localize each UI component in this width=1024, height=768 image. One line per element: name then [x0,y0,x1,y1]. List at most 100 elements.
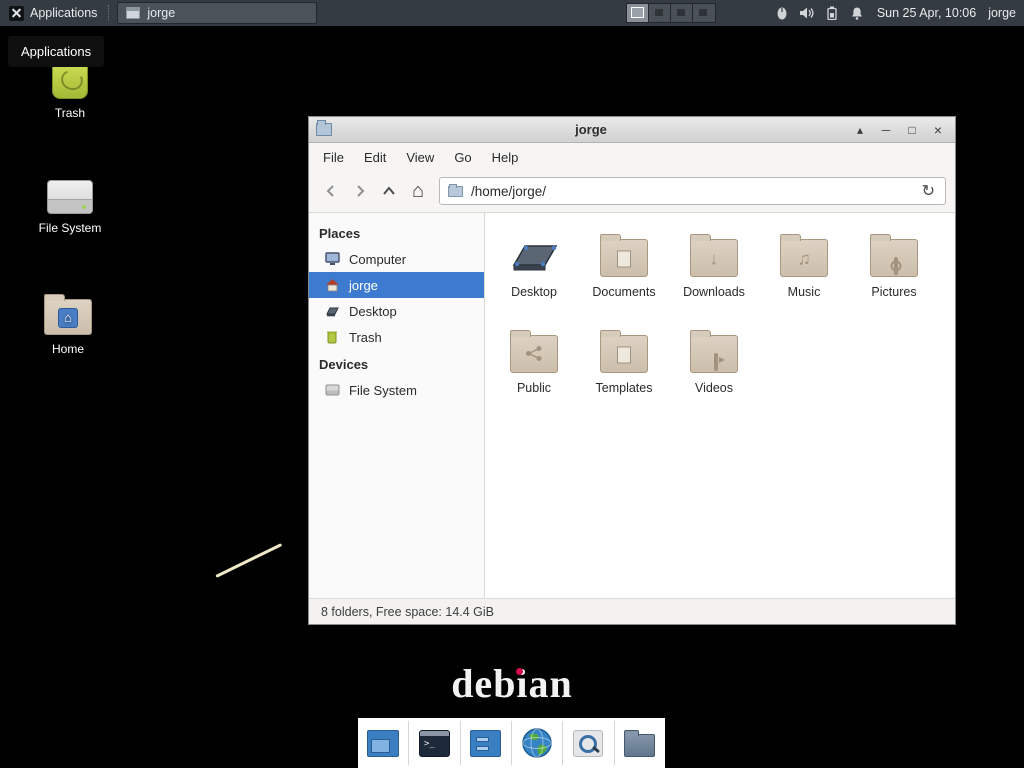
dock-separator [408,721,409,765]
places-header: Places [309,219,484,246]
dock-item-file-manager[interactable] [620,723,660,763]
file-manager-window: jorge ▴ ─ □ × File Edit View Go Help ⌂ /… [308,116,956,625]
debian-logo: debian [0,660,1024,707]
share-emblem-icon [525,346,543,365]
file-label: Videos [695,381,733,395]
sidebar-item-file-system[interactable]: File System [309,377,484,403]
browser-globe-icon [521,727,553,759]
dock-item-terminal[interactable] [414,723,454,763]
dock-separator [460,721,461,765]
user-menu[interactable]: jorge [988,6,1016,20]
sidebar-item-label: File System [349,383,417,398]
dock-item-browser[interactable] [517,723,557,763]
file-manager-icon [624,734,655,757]
file-item-videos[interactable]: Videos [669,321,759,417]
window-title: jorge [338,122,844,137]
workspace-1[interactable] [627,4,649,22]
menu-file[interactable]: File [314,145,353,170]
menubar: File Edit View Go Help [309,143,955,172]
titlebar[interactable]: jorge ▴ ─ □ × [309,117,955,143]
file-item-pictures[interactable]: Pictures [849,225,939,321]
file-item-music[interactable]: ♫ Music [759,225,849,321]
statusbar-text: 8 folders, Free space: 14.4 GiB [321,605,494,619]
maximize-button[interactable]: □ [902,117,922,143]
reload-button[interactable]: ↻ [920,181,937,201]
shade-button[interactable]: ▴ [850,117,870,143]
toolbar: ⌂ /home/jorge/ ↻ [309,172,955,213]
system-tray [774,5,865,21]
file-item-public[interactable]: Public [489,321,579,417]
home-button[interactable]: ⌂ [405,178,431,204]
statusbar: 8 folders, Free space: 14.4 GiB [309,598,955,624]
dock-item-desktop[interactable] [363,723,403,763]
devices-header: Devices [309,350,484,377]
path-folder-icon [448,186,463,197]
dock-separator [562,721,563,765]
sidebar-item-computer[interactable]: Computer [309,246,484,272]
taskbar-window-button[interactable]: jorge [117,2,317,24]
house-emblem-icon: ⌂ [58,308,78,328]
menu-view[interactable]: View [397,145,443,170]
applications-icon [9,6,24,21]
file-label: Pictures [871,285,916,299]
volume-icon[interactable] [799,5,815,21]
template-emblem-icon [617,347,631,364]
home-icon [324,277,340,293]
file-item-downloads[interactable]: ↓ Downloads [669,225,759,321]
workspace-pager [626,3,716,23]
menu-edit[interactable]: Edit [355,145,395,170]
video-emblem-icon [714,353,718,371]
mouse-icon[interactable] [774,5,790,21]
sidebar-item-label: Trash [349,330,382,345]
taskbar-window-label: jorge [147,6,175,20]
workspace-3[interactable] [671,4,693,22]
download-emblem-icon: ↓ [710,249,719,270]
sidebar-item-label: Computer [349,252,406,267]
dock [358,718,665,768]
sidebar-item-trash[interactable]: Trash [309,324,484,350]
menu-help[interactable]: Help [483,145,528,170]
location-bar[interactable]: /home/jorge/ ↻ [439,177,946,205]
file-item-desktop[interactable]: Desktop [489,225,579,321]
trash-icon [324,329,340,345]
windows-icon [367,730,399,757]
panel-clock[interactable]: Sun 25 Apr, 10:06 [877,6,976,20]
bell-icon[interactable] [849,5,865,21]
debian-red-dot-icon [516,668,523,675]
sidebar-item-desktop[interactable]: Desktop [309,298,484,324]
workspace-4[interactable] [693,4,715,22]
dock-item-workspaces[interactable] [466,723,506,763]
applications-label: Applications [30,6,97,20]
sidebar-item-jorge[interactable]: jorge [309,272,484,298]
minimize-button[interactable]: ─ [876,117,896,143]
folder-icon: ♫ [780,239,828,277]
computer-icon [324,251,340,267]
file-item-templates[interactable]: Templates [579,321,669,417]
sidebar-item-label: Desktop [349,304,397,319]
applications-tooltip: Applications [8,36,104,67]
desktop-icon-label: Home [52,342,84,356]
file-item-documents[interactable]: Documents [579,225,669,321]
window-body: Places Computer jorge Desktop [309,213,955,598]
window-folder-icon [316,123,332,136]
desktop-icon-home[interactable]: ⌂ Home [26,292,110,356]
workspaces-icon [470,730,501,757]
battery-icon[interactable] [824,5,840,21]
back-button[interactable] [318,178,344,204]
document-emblem-icon [617,251,631,268]
forward-button[interactable] [347,178,373,204]
applications-menu-button[interactable]: Applications [0,0,106,26]
workspace-2[interactable] [649,4,671,22]
menu-go[interactable]: Go [445,145,480,170]
desktop-icon-label: Trash [55,106,85,120]
path-text: /home/jorge/ [471,184,912,199]
panel-separator [108,5,113,21]
up-button[interactable] [376,178,402,204]
terminal-icon [419,730,450,757]
folder-icon [600,335,648,373]
close-button[interactable]: × [928,117,948,143]
dock-item-app-finder[interactable] [568,723,608,763]
desktop-icon-file-system[interactable]: File System [28,172,112,235]
file-label: Desktop [511,285,557,299]
file-label: Templates [596,381,653,395]
